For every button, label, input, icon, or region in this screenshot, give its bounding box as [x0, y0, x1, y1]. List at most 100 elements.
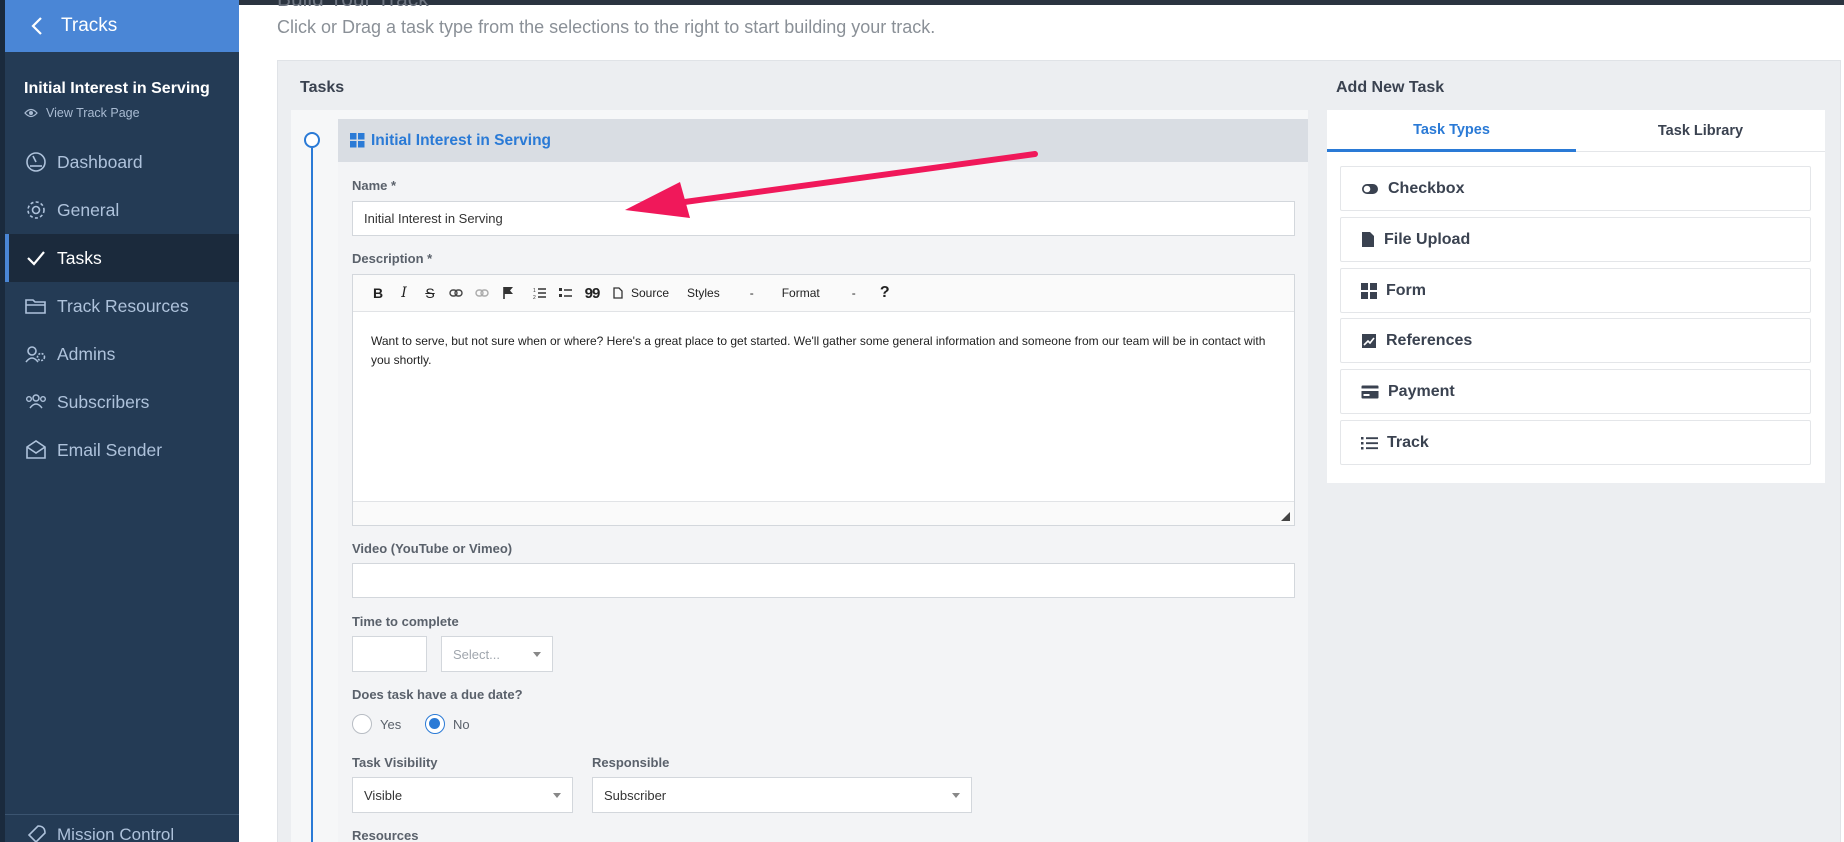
link-icon[interactable] [445, 282, 467, 304]
gear-icon [27, 201, 45, 219]
task-type-references[interactable]: References [1340, 318, 1811, 363]
bulleted-list-icon[interactable] [555, 282, 577, 304]
sidebar-item-track-resources[interactable]: Track Resources [5, 282, 239, 330]
file-icon [1362, 232, 1374, 247]
list-icon [1361, 436, 1378, 449]
task-type-checkbox[interactable]: Checkbox [1340, 166, 1811, 211]
add-new-task-title: Add New Task [1336, 79, 1445, 96]
numbered-list-icon[interactable]: 12 [529, 282, 551, 304]
due-no-label: No [453, 717, 470, 732]
image-icon [1362, 333, 1376, 348]
resources-label: Resources [352, 828, 419, 842]
video-input[interactable] [352, 563, 1295, 598]
task-tabs: Task Types Task Library [1327, 110, 1825, 152]
responsible-label: Responsible [592, 755, 670, 770]
due-yes-radio[interactable] [352, 714, 372, 734]
sidebar-nav: Dashboard General Tasks Track Resources … [5, 138, 239, 474]
sidebar-item-subscribers[interactable]: Subscribers [5, 378, 239, 426]
task-type-label: File Upload [1384, 230, 1471, 248]
description-text[interactable]: Want to serve, but not sure when or wher… [353, 312, 1294, 370]
editor-footer [353, 501, 1294, 525]
page-subtitle: Click or Drag a task type from the selec… [277, 17, 936, 37]
timeline-node[interactable] [304, 132, 320, 148]
sidebar-item-general[interactable]: General [5, 186, 239, 234]
name-value: Initial Interest in Serving [364, 211, 503, 226]
name-label: Name * [352, 178, 397, 193]
task-type-payment[interactable]: Payment [1340, 369, 1811, 414]
toggle-icon [1362, 183, 1378, 194]
editor-toolbar: B I S 12 99 Source Styles - Format - ? [353, 275, 1294, 312]
task-type-label: Payment [1388, 382, 1455, 400]
sidebar-item-tasks[interactable]: Tasks [5, 234, 239, 282]
top-bar [239, 0, 1844, 5]
due-no-radio[interactable] [425, 714, 445, 734]
time-unit-placeholder: Select... [453, 646, 500, 662]
view-track-page-link[interactable]: View Track Page [24, 106, 140, 120]
chevron-down-icon [952, 793, 960, 798]
folder-icon [25, 299, 46, 314]
back-to-tracks-button[interactable]: Tracks [5, 0, 239, 52]
svg-text:1: 1 [533, 288, 536, 294]
source-icon[interactable] [607, 282, 629, 304]
time-input[interactable] [352, 636, 427, 672]
visibility-label: Task Visibility [352, 755, 438, 770]
chevron-down-icon [533, 652, 541, 657]
task-type-label: References [1386, 331, 1473, 349]
grid-icon [1361, 282, 1377, 299]
users-icon [26, 394, 47, 409]
sidebar-item-label: Email Sender [57, 439, 163, 460]
sidebar-item-dashboard[interactable]: Dashboard [5, 138, 239, 186]
format-dropdown[interactable]: Format [782, 286, 820, 300]
responsible-value: Subscriber [604, 787, 667, 803]
tab-task-library[interactable]: Task Library [1576, 110, 1825, 152]
task-type-file-upload[interactable]: File Upload [1340, 217, 1811, 262]
page-heading: Build Your Track [277, 0, 429, 12]
unlink-icon[interactable] [471, 282, 493, 304]
bold-button[interactable]: B [367, 282, 389, 304]
visibility-value: Visible [364, 787, 403, 803]
task-header-title: Initial Interest in Serving [371, 131, 552, 149]
sidebar-item-label: Dashboard [57, 151, 143, 172]
chevron-left-icon [31, 17, 42, 35]
time-label: Time to complete [352, 614, 459, 629]
strikethrough-button[interactable]: S [419, 282, 441, 304]
credit-card-icon [1361, 385, 1379, 398]
due-yes-label: Yes [380, 717, 402, 732]
blockquote-icon[interactable]: 99 [581, 282, 603, 304]
task-type-label: Checkbox [1388, 179, 1465, 197]
flag-anchor-icon[interactable] [497, 282, 519, 304]
styles-dropdown[interactable]: Styles [687, 286, 720, 300]
annotation-arrow-icon [625, 151, 1038, 218]
admins-gear-icon [25, 346, 46, 363]
tab-task-types[interactable]: Task Types [1327, 110, 1576, 152]
eye-icon [24, 108, 38, 118]
task-type-track[interactable]: Track [1340, 420, 1811, 465]
description-editor[interactable]: B I S 12 99 Source Styles - Format - ? W… [352, 274, 1295, 526]
envelope-icon [26, 440, 46, 459]
view-track-label: View Track Page [46, 106, 140, 120]
sidebar-item-admins[interactable]: Admins [5, 330, 239, 378]
sidebar-item-label: Track Resources [57, 295, 189, 316]
responsible-select[interactable]: Subscriber [592, 777, 972, 813]
task-type-label: Track [1387, 433, 1429, 451]
back-label: Tracks [61, 15, 118, 36]
grid-icon [350, 133, 365, 148]
visibility-select[interactable]: Visible [352, 777, 573, 813]
resize-handle-icon[interactable] [1281, 512, 1290, 521]
video-label: Video (YouTube or Vimeo) [352, 541, 513, 556]
track-title: Initial Interest in Serving [24, 80, 210, 97]
sidebar-item-email-sender[interactable]: Email Sender [5, 426, 239, 474]
styles-dropdown-dash: - [749, 286, 754, 300]
task-type-form[interactable]: Form [1340, 268, 1811, 313]
sidebar-item-label: Mission Control [57, 824, 175, 842]
description-label: Description * [352, 251, 433, 266]
sidebar-item-label: Subscribers [57, 391, 150, 412]
check-icon [27, 251, 45, 266]
sidebar-item-label: Admins [57, 343, 116, 364]
italic-button[interactable]: I [393, 282, 415, 304]
due-date-label: Does task have a due date? [352, 687, 523, 702]
help-button[interactable]: ? [874, 282, 896, 304]
tasks-section-title: Tasks [300, 79, 345, 96]
source-button[interactable]: Source [631, 286, 669, 300]
sidebar-item-mission-control[interactable]: Mission Control [5, 814, 239, 842]
